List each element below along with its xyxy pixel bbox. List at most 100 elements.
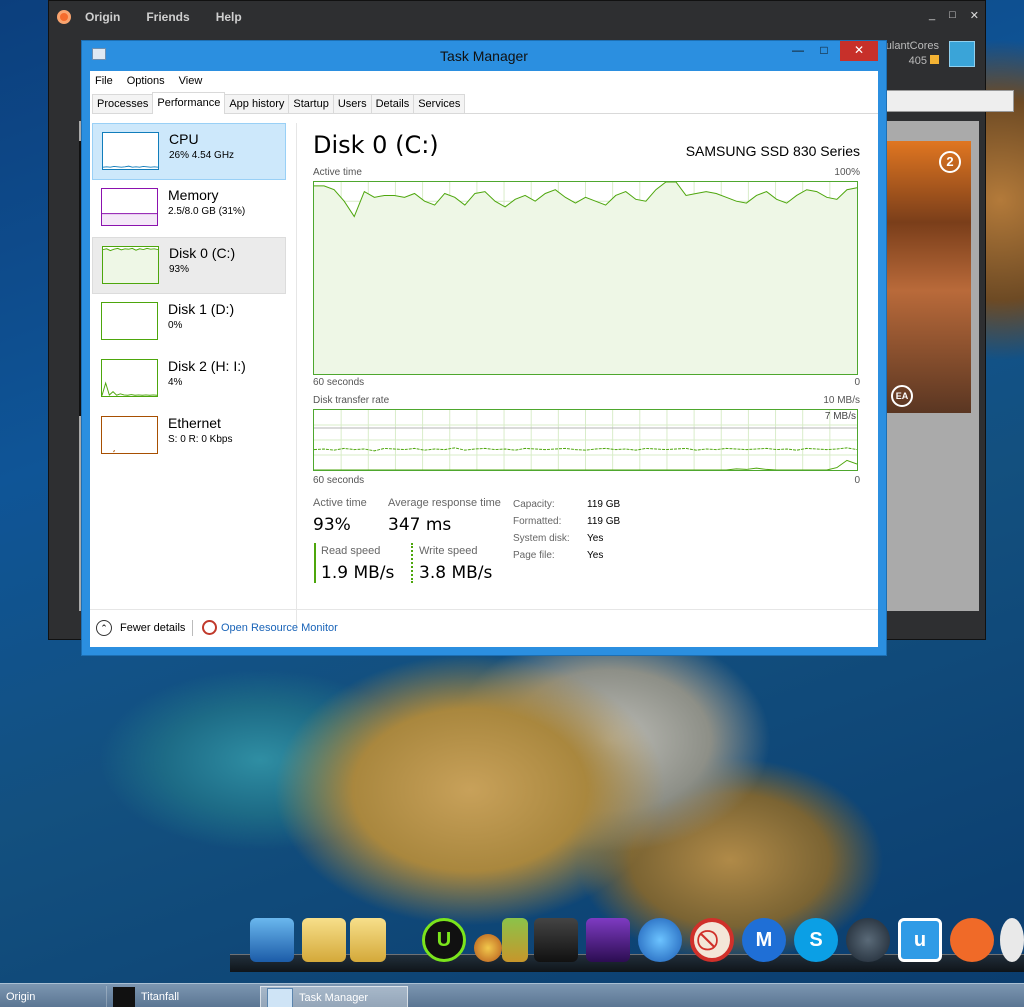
- tab-performance[interactable]: Performance: [152, 92, 226, 114]
- stat-read-label: Read speed: [321, 545, 381, 557]
- taskbar-label: Titanfall: [141, 991, 180, 1003]
- sidebar-item-label: Memory: [168, 187, 219, 203]
- sidebar-item-disk0[interactable]: Disk 0 (C:) 93%: [92, 237, 286, 294]
- footer-divider: [192, 620, 193, 636]
- tab-app-history[interactable]: App history: [224, 94, 290, 113]
- stat-read-value: 1.9 MB/s: [321, 563, 395, 583]
- steam-icon[interactable]: [1000, 918, 1024, 962]
- folder-icon[interactable]: [350, 918, 386, 962]
- active-time-max: 100%: [834, 167, 860, 178]
- page-title: Disk 0 (C:): [313, 131, 439, 159]
- avatar[interactable]: [949, 41, 975, 67]
- sidebar-item-disk2[interactable]: Disk 2 (H: I:) 4%: [92, 351, 286, 408]
- sidebar-item-memory[interactable]: Memory 2.5/8.0 GB (31%): [92, 180, 286, 237]
- origin-icon[interactable]: [950, 918, 994, 962]
- origin-minimize-button[interactable]: _: [929, 9, 935, 22]
- prop-formatted-value: 119 GB: [587, 516, 621, 527]
- sidebar-item-label: Disk 1 (D:): [168, 301, 235, 317]
- cpu-thumbnail: [102, 132, 159, 170]
- tab-startup[interactable]: Startup: [288, 94, 334, 113]
- origin-menu-friends[interactable]: Friends: [146, 10, 189, 24]
- tab-processes[interactable]: Processes: [92, 94, 154, 113]
- read-speed-indicator: [314, 543, 316, 583]
- origin-search-input[interactable]: [884, 90, 1014, 112]
- taskbar-item-origin[interactable]: Origin: [0, 986, 100, 1007]
- sidebar-item-ethernet[interactable]: Ethernet S: 0 R: 0 Kbps: [92, 408, 286, 465]
- origin-user-name: ulantCores: [885, 40, 939, 52]
- menu-file[interactable]: File: [95, 75, 113, 87]
- origin-titlebar: Origin Friends Help: [49, 1, 985, 33]
- block-icon[interactable]: ⃠: [690, 918, 734, 962]
- taskbar-item-titanfall[interactable]: Titanfall: [106, 986, 256, 1007]
- active-time-label: Active time: [313, 167, 362, 178]
- memory-thumbnail: [101, 188, 158, 226]
- stat-write-label: Write speed: [419, 545, 478, 557]
- window-title: Task Manager: [440, 48, 528, 64]
- cocktail-icon[interactable]: [474, 934, 502, 962]
- prop-capacity-key: Capacity:: [513, 499, 555, 510]
- ea-logo-icon: EA: [891, 385, 913, 407]
- tab-details[interactable]: Details: [370, 94, 415, 113]
- clapper-icon[interactable]: [534, 918, 578, 962]
- iobit-icon[interactable]: U: [422, 918, 466, 962]
- origin-close-button[interactable]: ✕: [970, 9, 979, 22]
- malwarebytes-icon[interactable]: M: [742, 918, 786, 962]
- origin-maximize-button[interactable]: □: [949, 9, 956, 22]
- transfer-rate-xend: 0: [854, 475, 860, 486]
- sidebar-item-label: Disk 0 (C:): [169, 245, 236, 261]
- disk2-thumbnail: [101, 359, 158, 397]
- minimize-button[interactable]: —: [784, 41, 812, 61]
- tab-users[interactable]: Users: [332, 94, 372, 113]
- sidebar-item-cpu[interactable]: CPU 26% 4.54 GHz: [92, 123, 286, 180]
- origin-menu-help[interactable]: Help: [216, 10, 242, 24]
- chevron-up-icon[interactable]: ⌃: [96, 620, 112, 636]
- taskbar-item-task-manager[interactable]: Task Manager: [260, 986, 408, 1007]
- promo-badge-icon: 2: [939, 151, 961, 173]
- stat-write-value: 3.8 MB/s: [419, 563, 493, 583]
- origin-logo-icon[interactable]: [57, 10, 71, 24]
- sidebar-item-disk1[interactable]: Disk 1 (D:) 0%: [92, 294, 286, 351]
- video-editor-icon[interactable]: [586, 918, 630, 962]
- transfer-rate-label: Disk transfer rate: [313, 395, 390, 406]
- origin-user-points: 405: [908, 55, 927, 67]
- prop-page-file-value: Yes: [587, 550, 604, 561]
- fewer-details-button[interactable]: Fewer details: [120, 622, 185, 634]
- origin-promo-banner[interactable]: 2 EA: [887, 141, 971, 413]
- skype-icon[interactable]: S: [794, 918, 838, 962]
- prop-system-disk-key: System disk:: [513, 533, 570, 544]
- sidebar-item-value: 0%: [168, 320, 183, 331]
- close-button[interactable]: ✕: [840, 41, 878, 61]
- resource-monitor-icon[interactable]: [202, 620, 217, 635]
- transfer-rate-max: 10 MB/s: [823, 395, 860, 406]
- menu-view[interactable]: View: [179, 75, 203, 87]
- tab-services[interactable]: Services: [413, 94, 466, 113]
- stat-active-time-value: 93%: [313, 515, 351, 535]
- sidebar-item-value: 2.5/8.0 GB (31%): [168, 206, 246, 217]
- tab-strip: Processes Performance App history Startu…: [92, 92, 878, 114]
- thunderbird-icon[interactable]: [638, 918, 682, 962]
- disk1-thumbnail: [101, 302, 158, 340]
- maximize-button[interactable]: □: [810, 41, 838, 61]
- menu-options[interactable]: Options: [127, 75, 165, 87]
- open-resource-monitor-link[interactable]: Open Resource Monitor: [221, 622, 338, 634]
- uplay-icon[interactable]: u: [898, 918, 942, 962]
- steam-dark-icon[interactable]: [846, 918, 890, 962]
- task-manager-body: File Options View Processes Performance …: [90, 71, 878, 647]
- task-manager-titlebar[interactable]: Task Manager — □ ✕: [82, 41, 886, 71]
- ethernet-thumbnail: [101, 416, 158, 454]
- folder-icon[interactable]: [302, 918, 346, 962]
- computer-icon[interactable]: [250, 918, 294, 962]
- sidebar-item-value: 26% 4.54 GHz: [169, 150, 235, 161]
- origin-user-info[interactable]: ulantCores 405: [886, 39, 939, 69]
- sidebar-divider: [296, 123, 297, 628]
- taskbar-label: Task Manager: [299, 992, 369, 1004]
- titanfall-icon: [113, 987, 135, 1007]
- disk-model: SAMSUNG SSD 830 Series: [685, 143, 860, 159]
- transfer-rate-graph: [313, 409, 858, 471]
- active-time-xend: 0: [854, 377, 860, 388]
- transfer-rate-line-label: 7 MB/s: [824, 411, 856, 422]
- origin-menu-origin[interactable]: Origin: [85, 10, 120, 24]
- taskbar: Origin Titanfall Task Manager: [0, 983, 1024, 1007]
- sidebar-item-value: S: 0 R: 0 Kbps: [168, 434, 233, 445]
- pineapple-icon[interactable]: [502, 918, 528, 962]
